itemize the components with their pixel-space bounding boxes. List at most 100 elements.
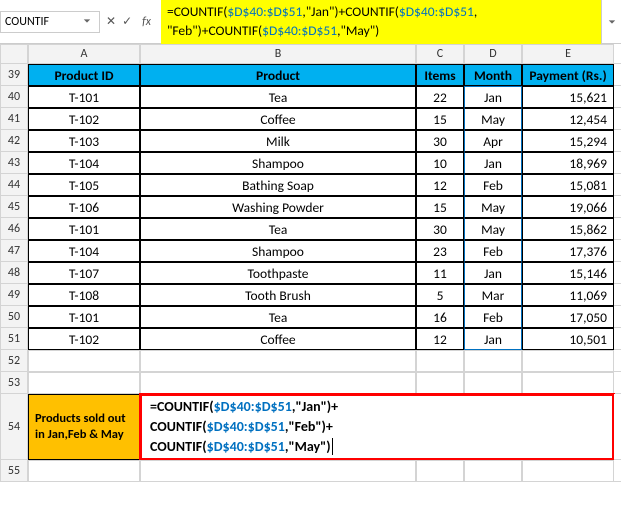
formula-bar[interactable]: =COUNTIF($D$40:$D$51,"Jan")+COUNTIF($D$4… [161, 0, 601, 44]
row-header[interactable]: 45 [0, 196, 28, 218]
cell-items[interactable]: 12 [416, 328, 464, 350]
cell-product-id[interactable]: T-104 [28, 240, 140, 262]
cell-product[interactable]: Tea [140, 218, 416, 240]
cell-items[interactable]: 15 [416, 108, 464, 130]
row-header[interactable]: 42 [0, 130, 28, 152]
empty-cell[interactable] [28, 350, 140, 372]
name-box-dropdown-icon[interactable] [79, 15, 95, 29]
empty-cell[interactable] [416, 350, 464, 372]
cell-product[interactable]: Coffee [140, 328, 416, 350]
table-header[interactable]: Payment (Rs.) [522, 64, 614, 86]
empty-cell[interactable] [522, 460, 614, 482]
cell-payment[interactable]: 12,454 [522, 108, 614, 130]
cell-product[interactable]: Coffee [140, 108, 416, 130]
cell-payment[interactable]: 17,050 [522, 306, 614, 328]
table-header[interactable]: Month [464, 64, 522, 86]
empty-cell[interactable] [28, 372, 140, 394]
cell-product-id[interactable]: T-107 [28, 262, 140, 284]
cell-items[interactable]: 30 [416, 130, 464, 152]
cell-payment[interactable]: 15,621 [522, 86, 614, 108]
row-header[interactable]: 54 [0, 394, 28, 460]
cell-month[interactable]: Jan [464, 262, 522, 284]
cell-product-id[interactable]: T-102 [28, 328, 140, 350]
cell-product-id[interactable]: T-102 [28, 108, 140, 130]
cell-payment[interactable]: 15,081 [522, 174, 614, 196]
table-header[interactable]: Product ID [28, 64, 140, 86]
cell-month[interactable]: Jan [464, 86, 522, 108]
table-header[interactable]: Product [140, 64, 416, 86]
cell-month[interactable]: Mar [464, 284, 522, 306]
cell-month[interactable]: Jan [464, 328, 522, 350]
col-header[interactable]: B [140, 44, 416, 64]
formula-bar-expand-icon[interactable] [601, 0, 621, 44]
empty-cell[interactable] [28, 460, 140, 482]
cell-month[interactable]: May [464, 108, 522, 130]
formula-cell[interactable]: =COUNTIF($D$40:$D$51,"Jan")+COUNTIF($D$4… [140, 394, 614, 460]
cell-product[interactable]: Toothpaste [140, 262, 416, 284]
cell-product-id[interactable]: T-101 [28, 218, 140, 240]
select-all-corner[interactable] [0, 44, 28, 64]
cell-month[interactable]: Feb [464, 174, 522, 196]
row-header[interactable]: 40 [0, 86, 28, 108]
cell-product-id[interactable]: T-108 [28, 284, 140, 306]
cell-month[interactable]: May [464, 218, 522, 240]
cell-items[interactable]: 15 [416, 196, 464, 218]
empty-cell[interactable] [464, 460, 522, 482]
empty-cell[interactable] [416, 372, 464, 394]
cell-product-id[interactable]: T-101 [28, 306, 140, 328]
cell-product[interactable]: Tea [140, 306, 416, 328]
row-header[interactable]: 50 [0, 306, 28, 328]
col-header[interactable]: C [416, 44, 464, 64]
cell-payment[interactable]: 18,969 [522, 152, 614, 174]
row-header[interactable]: 48 [0, 262, 28, 284]
cell-product-id[interactable]: T-105 [28, 174, 140, 196]
summary-label[interactable]: Products sold out in Jan,Feb & May [28, 394, 140, 460]
cell-payment[interactable]: 15,146 [522, 262, 614, 284]
empty-cell[interactable] [464, 350, 522, 372]
name-box[interactable]: COUNTIF [0, 11, 100, 33]
cell-product-id[interactable]: T-101 [28, 86, 140, 108]
cell-product-id[interactable]: T-104 [28, 152, 140, 174]
cell-product-id[interactable]: T-103 [28, 130, 140, 152]
empty-cell[interactable] [522, 372, 614, 394]
cell-product[interactable]: Tea [140, 86, 416, 108]
cell-payment[interactable]: 19,066 [522, 196, 614, 218]
cell-product[interactable]: Tooth Brush [140, 284, 416, 306]
cell-items[interactable]: 5 [416, 284, 464, 306]
cell-product[interactable]: Washing Powder [140, 196, 416, 218]
col-header[interactable]: E [522, 44, 614, 64]
col-header[interactable]: A [28, 44, 140, 64]
cell-items[interactable]: 30 [416, 218, 464, 240]
row-header[interactable]: 53 [0, 372, 28, 394]
empty-cell[interactable] [522, 350, 614, 372]
cell-product[interactable]: Shampoo [140, 152, 416, 174]
cell-items[interactable]: 12 [416, 174, 464, 196]
fx-icon[interactable]: fx [138, 15, 155, 29]
cell-month[interactable]: Apr [464, 130, 522, 152]
cell-product-id[interactable]: T-106 [28, 196, 140, 218]
empty-cell[interactable] [416, 460, 464, 482]
cell-product[interactable]: Shampoo [140, 240, 416, 262]
row-header[interactable]: 47 [0, 240, 28, 262]
row-header[interactable]: 41 [0, 108, 28, 130]
cell-month[interactable]: Feb [464, 240, 522, 262]
spreadsheet-grid[interactable]: A B C D E 39 Product ID Product Items Mo… [0, 44, 621, 482]
col-header[interactable]: D [464, 44, 522, 64]
cell-items[interactable]: 10 [416, 152, 464, 174]
row-header[interactable]: 39 [0, 64, 28, 86]
row-header[interactable]: 51 [0, 328, 28, 350]
empty-cell[interactable] [140, 372, 416, 394]
cell-payment[interactable]: 17,376 [522, 240, 614, 262]
cell-payment[interactable]: 15,294 [522, 130, 614, 152]
row-header[interactable]: 52 [0, 350, 28, 372]
row-header[interactable]: 44 [0, 174, 28, 196]
cell-month[interactable]: May [464, 196, 522, 218]
table-header[interactable]: Items [416, 64, 464, 86]
row-header[interactable]: 49 [0, 284, 28, 306]
cell-items[interactable]: 16 [416, 306, 464, 328]
cell-items[interactable]: 22 [416, 86, 464, 108]
empty-cell[interactable] [140, 350, 416, 372]
cell-payment[interactable]: 11,069 [522, 284, 614, 306]
cell-payment[interactable]: 10,501 [522, 328, 614, 350]
row-header[interactable]: 55 [0, 460, 28, 482]
